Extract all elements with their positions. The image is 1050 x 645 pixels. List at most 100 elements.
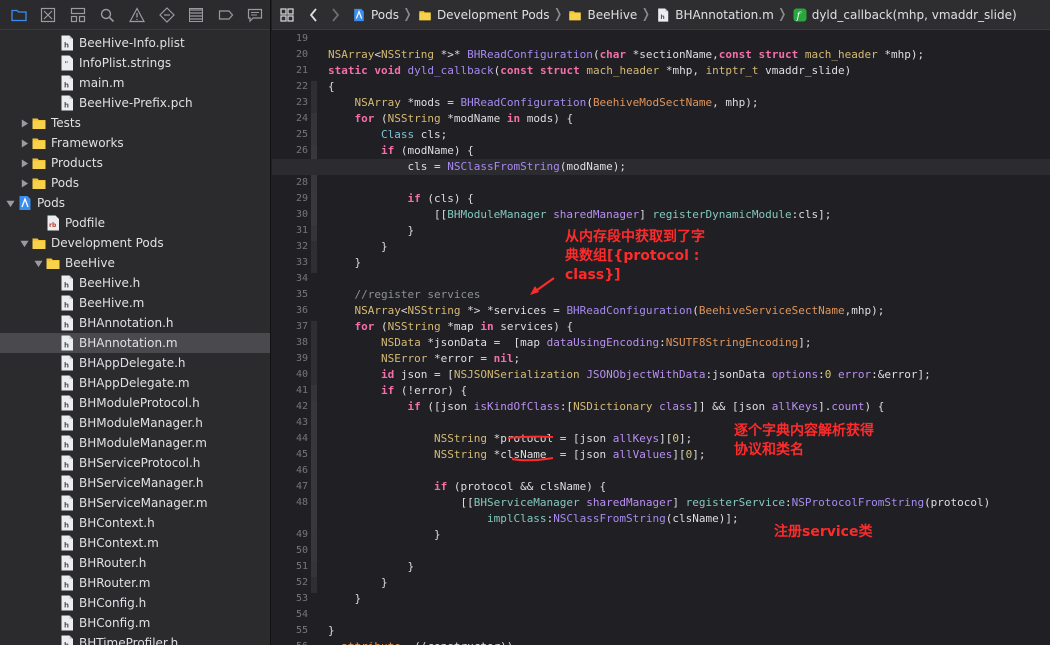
breadcrumb-item[interactable]: Pods [352,8,399,22]
back-button[interactable] [302,0,324,30]
code-line[interactable]: } [328,527,1050,543]
breadcrumb-item[interactable]: f dyld_callback(mhp, vmaddr_slide) [793,8,1017,22]
line-number[interactable]: 54 [272,607,308,623]
line-number[interactable]: 52 [272,575,308,591]
tree-file[interactable]: h BHContext.h [0,513,270,533]
navigator-tab-report[interactable] [241,0,271,30]
line-number[interactable]: 19 [272,31,308,47]
tree-file[interactable]: h BHConfig.h [0,593,270,613]
tree-file[interactable]: h BHAnnotation.h [0,313,270,333]
code-line[interactable]: if (!error) { [328,383,1050,399]
navigator-tab-folder[interactable] [4,0,34,30]
line-number[interactable]: 21 [272,63,308,79]
line-number[interactable]: 24 [272,111,308,127]
line-number[interactable]: 26 [272,143,308,159]
navigator-tab-search[interactable] [93,0,123,30]
line-number[interactable]: 49 [272,527,308,543]
line-number[interactable]: 55 [272,623,308,639]
navigator-tab-warning[interactable] [122,0,152,30]
line-number[interactable]: 50 [272,543,308,559]
code-line[interactable]: NSArray<NSString *> *services = BHReadCo… [328,303,1050,319]
code-line[interactable]: if (cls) { [328,191,1050,207]
line-number[interactable]: 48 [272,495,308,511]
source-editor[interactable]: 1920212223242526272829303132333435363738… [272,31,1050,645]
breadcrumb-item[interactable]: Development Pods [418,8,550,22]
tree-file[interactable]: h BeeHive-Info.plist [0,33,270,53]
tree-file[interactable]: h BeeHive.m [0,293,270,313]
code-line[interactable] [328,543,1050,559]
line-number[interactable]: 31 [272,223,308,239]
line-number[interactable]: 44 [272,431,308,447]
line-number[interactable]: 20 [272,47,308,63]
tree-file[interactable]: h BHServiceManager.h [0,473,270,493]
tree-file[interactable]: h BHAnnotation.m [0,333,270,353]
code-area[interactable]: NSArray<NSString *>* BHReadConfiguration… [272,31,1050,645]
line-number[interactable]: 35 [272,287,308,303]
navigator-tab-test[interactable] [152,0,182,30]
code-line[interactable]: if ([json isKindOfClass:[NSDictionary cl… [328,399,1050,415]
tree-file[interactable]: " InfoPlist.strings [0,53,270,73]
code-line[interactable]: } [328,591,1050,607]
tree-group[interactable]: Development Pods [0,233,270,253]
code-line[interactable]: NSString *protocol = [json allKeys][0]; [328,431,1050,447]
code-line[interactable]: Class cls; [328,127,1050,143]
tree-group[interactable]: Pods [0,173,270,193]
fold-region[interactable] [311,481,317,529]
code-line[interactable]: if (modName) { [328,143,1050,159]
disclosure-closed-icon[interactable] [18,137,30,149]
code-line[interactable] [328,463,1050,479]
disclosure-open-icon[interactable] [4,197,16,209]
code-line[interactable]: NSError *error = nil; [328,351,1050,367]
disclosure-closed-icon[interactable] [18,117,30,129]
code-line[interactable]: cls = NSClassFromString(modName); [272,159,1050,175]
line-number[interactable]: 53 [272,591,308,607]
line-number[interactable]: 23 [272,95,308,111]
line-number[interactable]: 51 [272,559,308,575]
code-line[interactable]: NSString *clsName = [json allValues][0]; [328,447,1050,463]
disclosure-closed-icon[interactable] [18,157,30,169]
breadcrumb-item[interactable]: BeeHive [568,8,637,22]
code-line[interactable] [328,31,1050,47]
forward-button[interactable] [324,0,346,30]
code-line[interactable]: for (NSString *map in services) { [328,319,1050,335]
code-line[interactable]: [[BHServiceManager sharedManager] regist… [328,495,1050,511]
code-line[interactable]: NSData *jsonData = [map dataUsingEncodin… [328,335,1050,351]
tree-file[interactable]: h BHTimeProfiler.h [0,633,270,645]
tree-file[interactable]: h BHModuleProtocol.h [0,393,270,413]
tree-file[interactable]: rb Podfile [0,213,270,233]
line-number[interactable]: 41 [272,383,308,399]
code-line[interactable]: NSArray *mods = BHReadConfiguration(Beeh… [328,95,1050,111]
tree-group[interactable]: BeeHive [0,253,270,273]
code-line[interactable]: } [328,559,1050,575]
disclosure-open-icon[interactable] [32,257,44,269]
disclosure-closed-icon[interactable] [18,177,30,189]
tree-file[interactable]: h BHServiceManager.m [0,493,270,513]
line-number[interactable]: 25 [272,127,308,143]
tree-group[interactable]: Frameworks [0,133,270,153]
navigator-tab-source-control[interactable] [34,0,64,30]
tree-group[interactable]: Products [0,153,270,173]
line-number[interactable]: 30 [272,207,308,223]
line-number[interactable]: 39 [272,351,308,367]
code-line[interactable]: } [328,623,1050,639]
line-number[interactable]: 37 [272,319,308,335]
tree-file[interactable]: h BHAppDelegate.m [0,373,270,393]
code-line[interactable] [328,175,1050,191]
line-number[interactable]: 22 [272,79,308,95]
line-number[interactable]: 34 [272,271,308,287]
line-number[interactable]: 43 [272,415,308,431]
line-number[interactable]: 32 [272,239,308,255]
navigator-tab-breakpoint[interactable] [211,0,241,30]
tree-file[interactable]: h BHServiceProtocol.h [0,453,270,473]
line-number[interactable] [272,511,308,527]
tree-file[interactable]: h BHConfig.m [0,613,270,633]
code-folding-ribbon[interactable] [311,31,319,645]
tree-file[interactable]: h BHRouter.h [0,553,270,573]
code-line[interactable]: } [328,575,1050,591]
tree-file[interactable]: h BHRouter.m [0,573,270,593]
tree-group[interactable]: Pods [0,193,270,213]
fold-region[interactable] [311,193,317,225]
code-line[interactable]: NSArray<NSString *>* BHReadConfiguration… [328,47,1050,63]
line-number[interactable]: 33 [272,255,308,271]
disclosure-open-icon[interactable] [18,237,30,249]
